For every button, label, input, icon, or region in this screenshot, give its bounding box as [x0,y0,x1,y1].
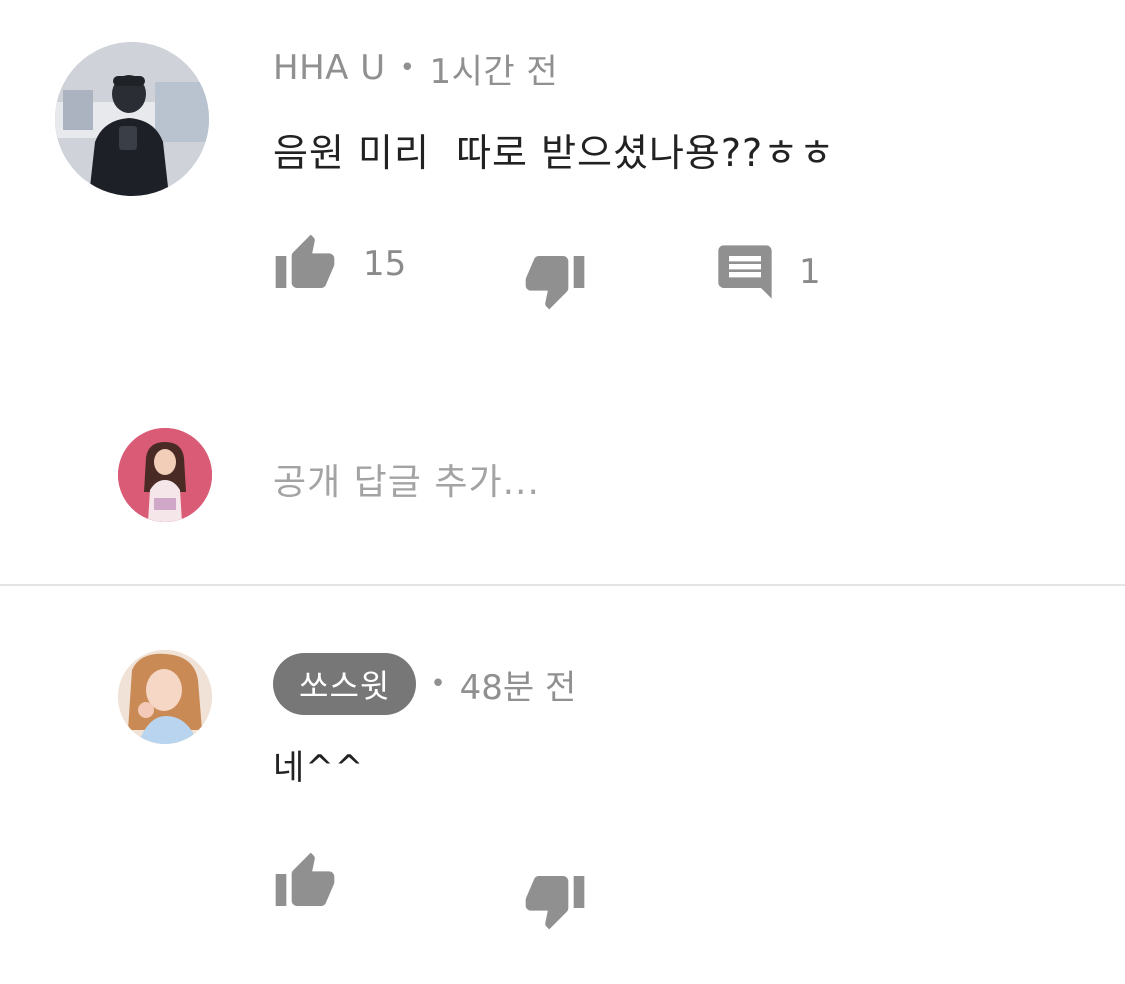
separator-dot: • [430,669,446,699]
separator-dot: • [399,53,416,83]
divider [0,584,1125,586]
thumbs-up-icon [275,234,335,288]
avatar-image [118,428,212,522]
dislike-button[interactable] [523,868,587,932]
comment-header: HHA U • 1시간 전 [273,42,558,94]
comment-icon [718,245,772,299]
reply-input[interactable] [273,452,1053,512]
comment-time[interactable]: 1시간 전 [429,44,558,93]
like-button[interactable] [273,850,337,914]
dislike-button[interactable] [523,248,587,312]
thumbs-up-icon [275,852,335,906]
like-button[interactable]: 15 [273,232,406,296]
comment-text: 음원 미리 따로 받으셨나용??ㅎㅎ [273,131,836,175]
reply-button[interactable]: 1 [713,240,821,304]
comment-header: 쏘스윗 • 48분 전 [273,650,576,718]
comment-author-badge[interactable]: 쏘스윗 [273,653,417,715]
reply-count: 1 [799,252,821,292]
comment-time[interactable]: 48분 전 [460,660,577,709]
comment-text: 네^^ [273,748,365,788]
current-user-avatar [118,428,212,522]
avatar-image [118,650,212,744]
avatar-image [55,42,209,196]
thumbs-down-icon [525,256,585,310]
like-count: 15 [363,244,407,284]
comment-author[interactable]: HHA U [273,48,386,88]
commenter-avatar[interactable] [118,650,212,744]
commenter-avatar[interactable] [55,42,209,196]
thumbs-down-icon [525,876,585,930]
